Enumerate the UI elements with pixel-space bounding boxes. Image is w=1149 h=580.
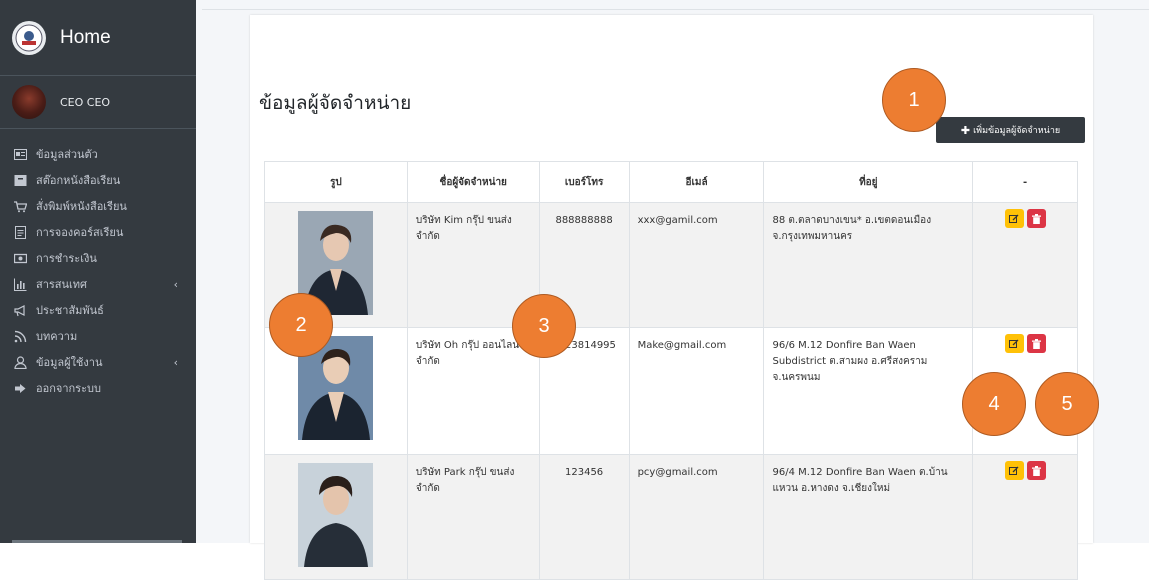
- sidebar-item-label: ออกจากระบบ: [36, 382, 101, 395]
- user-icon: [14, 355, 27, 369]
- callout-marker: 5: [1035, 372, 1099, 436]
- brand-link[interactable]: Home: [0, 0, 196, 76]
- sidebar-item-users[interactable]: ข้อมูลผู้ใช้งาน ‹: [0, 349, 196, 375]
- delete-button[interactable]: [1026, 461, 1046, 480]
- sidebar: Home CEO CEO ข้อมูลส่วนตัว สต๊อกหนังสือเ…: [0, 0, 196, 543]
- brand-logo-icon: [12, 20, 46, 55]
- sidebar-item-label: ประชาสัมพันธ์: [36, 304, 104, 317]
- edit-icon: [1009, 466, 1019, 475]
- vendor-phone-cell: 123456: [538, 454, 630, 580]
- vendor-photo[interactable]: [298, 463, 374, 567]
- sidebar-item-label: สารสนเทศ: [36, 278, 88, 291]
- vendor-name-cell: บริษัท Park กรุ๊ป ขนส่ง จำกัด: [406, 454, 540, 580]
- trash-icon: [1031, 213, 1041, 224]
- callout-marker: 1: [882, 68, 946, 132]
- vendor-email-cell: Make@gmail.com: [628, 327, 765, 455]
- actions-cell: [972, 202, 1078, 328]
- user-panel[interactable]: CEO CEO: [0, 76, 196, 129]
- user-name: CEO CEO: [60, 95, 111, 109]
- chevron-left-icon: ‹: [173, 277, 178, 291]
- sidebar-item-payment[interactable]: การชำระเงิน: [0, 245, 196, 271]
- sidebar-item-articles[interactable]: บทความ: [0, 323, 196, 349]
- sidebar-nav: ข้อมูลส่วนตัว สต๊อกหนังสือเรียน สั่งพิมพ…: [0, 129, 196, 401]
- vendor-table: รูป ชื่อผู้จัดจำหน่าย เบอร์โทร อีเมล์ ที…: [264, 161, 1078, 580]
- callout-marker: 4: [962, 372, 1026, 436]
- add-vendor-button[interactable]: ✚ เพิ่มข้อมูลผู้จัดจำหน่าย: [936, 117, 1085, 143]
- table-row: บริษัท Oh กรุ๊ป ออนไลน์ จำกัด 0623814995…: [264, 327, 1078, 455]
- page-title: ข้อมูลผู้จัดจำหน่าย: [259, 92, 412, 114]
- sidebar-item-label: สั่งพิมพ์หนังสือเรียน: [36, 200, 127, 213]
- bar-chart-icon: [14, 278, 27, 291]
- column-header-phone: เบอร์โทร: [538, 161, 630, 203]
- table-row: บริษัท Kim กรุ๊ป ขนส่ง จำกัด 888888888 x…: [264, 202, 1078, 328]
- sidebar-item-logout[interactable]: ออกจากระบบ: [0, 375, 196, 401]
- edit-icon: [1009, 339, 1019, 348]
- sidebar-item-label: ข้อมูลผู้ใช้งาน: [36, 356, 103, 369]
- megaphone-icon: [14, 304, 25, 316]
- vendor-address-cell: 88 ต.ตลาดบางเขน* อ.เขตดอนเมือง จ.กรุงเทพ…: [763, 202, 974, 328]
- cart-icon: [14, 200, 27, 212]
- rss-icon: [14, 330, 27, 342]
- column-header-email: อีเมล์: [628, 161, 765, 203]
- table-row: บริษัท Park กรุ๊ป ขนส่ง จำกัด 123456 pcy…: [264, 454, 1078, 580]
- edit-button[interactable]: [1004, 334, 1024, 353]
- edit-icon: [1009, 214, 1019, 223]
- sidebar-item-label: สต๊อกหนังสือเรียน: [36, 174, 121, 187]
- column-header-address: ที่อยู่: [763, 161, 974, 203]
- delete-button[interactable]: [1026, 209, 1046, 228]
- sidebar-item-label: การชำระเงิน: [36, 252, 97, 265]
- table-header-row: รูป ชื่อผู้จัดจำหน่าย เบอร์โทร อีเมล์ ที…: [264, 161, 1078, 203]
- sidebar-item-print-order[interactable]: สั่งพิมพ์หนังสือเรียน: [0, 193, 196, 219]
- actions-cell: [972, 454, 1078, 580]
- sidebar-item-stock[interactable]: สต๊อกหนังสือเรียน: [0, 167, 196, 193]
- edit-button[interactable]: [1004, 461, 1024, 480]
- sidebar-item-profile[interactable]: ข้อมูลส่วนตัว: [0, 141, 196, 167]
- brand-title: Home: [60, 26, 111, 48]
- vendor-address-cell: 96/4 M.12 Donfire Ban Waen ต.บ้านแหวน อ.…: [763, 454, 974, 580]
- sidebar-item-label: ข้อมูลส่วนตัว: [36, 148, 98, 161]
- box-icon: [14, 174, 27, 186]
- document-icon: [15, 225, 26, 239]
- sidebar-item-label: การจองคอร์สเรียน: [36, 226, 124, 239]
- vendor-email-cell: pcy@gmail.com: [628, 454, 765, 580]
- sign-out-icon: [15, 383, 26, 393]
- trash-icon: [1031, 465, 1041, 476]
- sidebar-item-course-booking[interactable]: การจองคอร์สเรียน: [0, 219, 196, 245]
- sidebar-item-label: บทความ: [36, 330, 78, 343]
- money-icon: [14, 253, 27, 263]
- callout-marker: 3: [512, 294, 576, 358]
- id-card-icon: [14, 148, 27, 160]
- photo-cell: [264, 454, 408, 580]
- delete-button[interactable]: [1026, 334, 1046, 353]
- column-header-actions: -: [972, 161, 1078, 203]
- chevron-left-icon: ‹: [173, 355, 178, 369]
- trash-icon: [1031, 338, 1041, 349]
- vendor-address-cell: 96/6 M.12 Donfire Ban Waen Subdistrict ต…: [763, 327, 974, 455]
- navbar-divider: [202, 9, 1149, 10]
- vendor-email-cell: xxx@gamil.com: [628, 202, 765, 328]
- avatar: [12, 85, 46, 119]
- callout-marker: 2: [269, 293, 333, 357]
- column-header-photo: รูป: [264, 161, 408, 203]
- sidebar-item-information[interactable]: สารสนเทศ ‹: [0, 271, 196, 297]
- edit-button[interactable]: [1004, 209, 1024, 228]
- plus-icon: ✚: [960, 123, 971, 137]
- column-header-name: ชื่อผู้จัดจำหน่าย: [406, 161, 540, 203]
- add-vendor-label: เพิ่มข้อมูลผู้จัดจำหน่าย: [973, 126, 1061, 136]
- sidebar-item-public-relations[interactable]: ประชาสัมพันธ์: [0, 297, 196, 323]
